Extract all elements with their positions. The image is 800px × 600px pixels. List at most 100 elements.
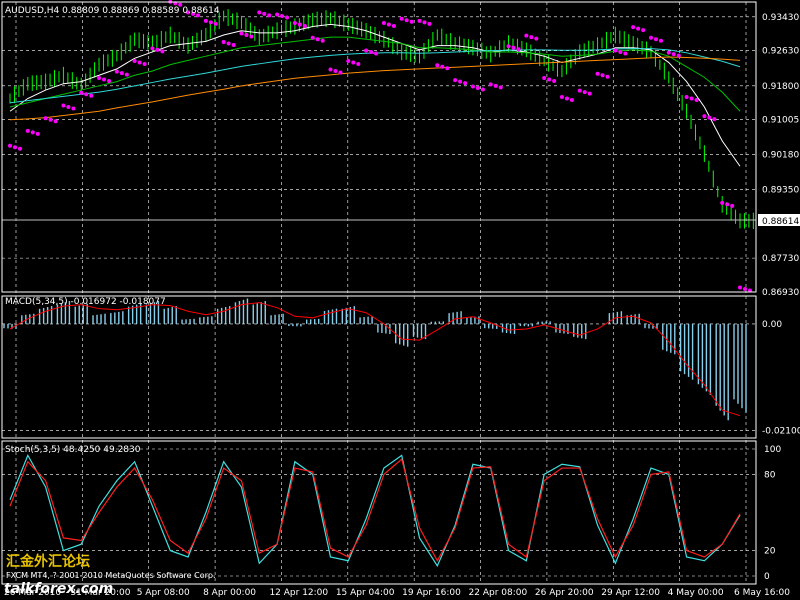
psar-dot-19-2 (356, 62, 361, 67)
psar-dot-14-0 (257, 10, 262, 15)
psar-dot-34-0 (613, 48, 618, 53)
psar-dot-4-0 (79, 90, 84, 95)
psar-dot-30-2 (552, 78, 557, 83)
chart-window: AUDUSD,H4 0.88809 0.88869 0.88589 0.8861… (0, 0, 800, 600)
psar-dot-2-1 (48, 117, 53, 122)
psar-dot-31-2 (569, 98, 574, 103)
psar-dot-34-2 (623, 51, 628, 56)
psar-dot-25-0 (453, 78, 458, 83)
psar-dot-37-2 (676, 53, 681, 58)
psar-dot-27-2 (498, 85, 503, 90)
psar-dot-35-2 (641, 28, 646, 33)
psar-dot-28-0 (506, 44, 511, 49)
psar-dot-39-2 (712, 117, 717, 122)
psar-dot-15-1 (280, 13, 285, 18)
psar-dot-27-0 (488, 82, 493, 87)
psar-dot-29-2 (534, 36, 539, 41)
psar-dot-31-0 (559, 95, 564, 100)
psar-dot-22-0 (399, 16, 404, 21)
psar-dot-4-2 (89, 93, 94, 98)
price-tick-2: 0.91800 (762, 82, 799, 92)
psar-dot-31-1 (564, 96, 569, 101)
psar-dot-20-0 (364, 48, 369, 53)
psar-dot-13-2 (249, 34, 254, 39)
psar-dot-29-0 (524, 33, 529, 38)
psar-dot-25-2 (463, 81, 468, 86)
psar-dot-13-0 (239, 31, 244, 36)
psar-dot-38-0 (684, 95, 689, 100)
stoch-tick-1: 80 (764, 470, 776, 480)
psar-dot-14-1 (262, 11, 267, 16)
psar-dot-26-0 (470, 84, 475, 89)
psar-dot-25-1 (458, 79, 463, 84)
psar-dot-20-2 (374, 51, 379, 56)
time-tick-2: 5 Apr 08:00 (137, 588, 190, 598)
psar-dot-32-1 (582, 90, 587, 95)
stoch-tick-0: 100 (764, 445, 781, 455)
psar-dot-35-1 (636, 26, 641, 31)
psar-dot-1-0 (25, 128, 30, 133)
psar-dot-40-0 (720, 200, 725, 205)
psar-dot-12-0 (221, 39, 226, 44)
copyright-text: FXCM MT4, ? 2001-2010 MetaQuotes Softwar… (6, 571, 216, 580)
psar-dot-39-0 (702, 114, 707, 119)
psar-dot-23-1 (422, 20, 427, 25)
macd-tick-0: 0.00 (762, 320, 782, 330)
psar-dot-33-0 (595, 71, 600, 76)
last-price-label: 0.88614 (762, 217, 799, 227)
psar-dot-21-0 (381, 20, 386, 25)
psar-dot-5-1 (102, 77, 107, 82)
psar-dot-21-1 (386, 22, 391, 27)
psar-dot-11-0 (203, 18, 208, 23)
psar-dot-3-0 (61, 103, 66, 108)
time-tick-8: 26 Apr 20:00 (535, 588, 594, 598)
price-tick-5: 0.89350 (762, 186, 799, 196)
psar-dot-30-1 (547, 77, 552, 82)
psar-dot-3-1 (66, 104, 71, 109)
psar-dot-23-0 (417, 18, 422, 23)
psar-dot-41-1 (743, 287, 747, 292)
psar-dot-6-2 (124, 72, 129, 77)
price-tick-0: 0.93430 (762, 13, 799, 23)
psar-dot-6-0 (114, 69, 119, 74)
psar-dot-5-0 (97, 75, 102, 80)
psar-dot-33-2 (605, 74, 610, 79)
time-tick-7: 22 Apr 08:00 (469, 588, 528, 598)
psar-dot-30-0 (542, 75, 547, 80)
psar-dot-6-1 (119, 71, 124, 76)
psar-dot-33-1 (600, 73, 605, 78)
psar-dot-38-2 (694, 98, 699, 103)
psar-dot-11-2 (213, 21, 218, 26)
psar-dot-12-2 (231, 42, 236, 47)
psar-dot-1-1 (30, 130, 35, 135)
psar-dot-12-1 (226, 41, 231, 46)
psar-dot-21-2 (391, 23, 396, 28)
time-tick-6: 19 Apr 16:00 (402, 588, 461, 598)
price-tick-6: 0.87730 (762, 254, 799, 264)
stoch-tick-2: 20 (764, 547, 776, 557)
price-tick-4: 0.90180 (762, 150, 799, 160)
time-tick-10: 4 May 00:00 (668, 588, 724, 598)
psar-dot-34-1 (618, 49, 623, 54)
psar-dot-36-1 (653, 37, 658, 42)
psar-dot-8-2 (160, 49, 165, 54)
macd-header: MACD(5,34,5) -0.016972 -0.018077 (5, 297, 166, 307)
psar-dot-2-2 (53, 119, 58, 124)
psar-dot-40-2 (730, 203, 735, 208)
psar-dot-24-1 (440, 64, 445, 69)
psar-dot-36-2 (658, 38, 663, 43)
price-header: AUDUSD,H4 0.88809 0.88869 0.88589 0.8861… (5, 6, 220, 16)
psar-dot-3-2 (71, 106, 76, 111)
psar-dot-17-1 (315, 37, 320, 42)
psar-dot-19-1 (351, 60, 356, 65)
psar-dot-14-2 (267, 13, 272, 18)
psar-dot-8-0 (150, 46, 155, 51)
psar-dot-39-1 (707, 115, 712, 120)
psar-dot-23-2 (427, 21, 432, 26)
price-tick-1: 0.92630 (762, 47, 799, 57)
psar-dot-0-0 (8, 143, 12, 148)
psar-dot-40-1 (725, 202, 730, 207)
psar-dot-18-1 (333, 69, 338, 74)
psar-dot-41-0 (738, 285, 742, 290)
psar-dot-16-2 (302, 23, 307, 28)
